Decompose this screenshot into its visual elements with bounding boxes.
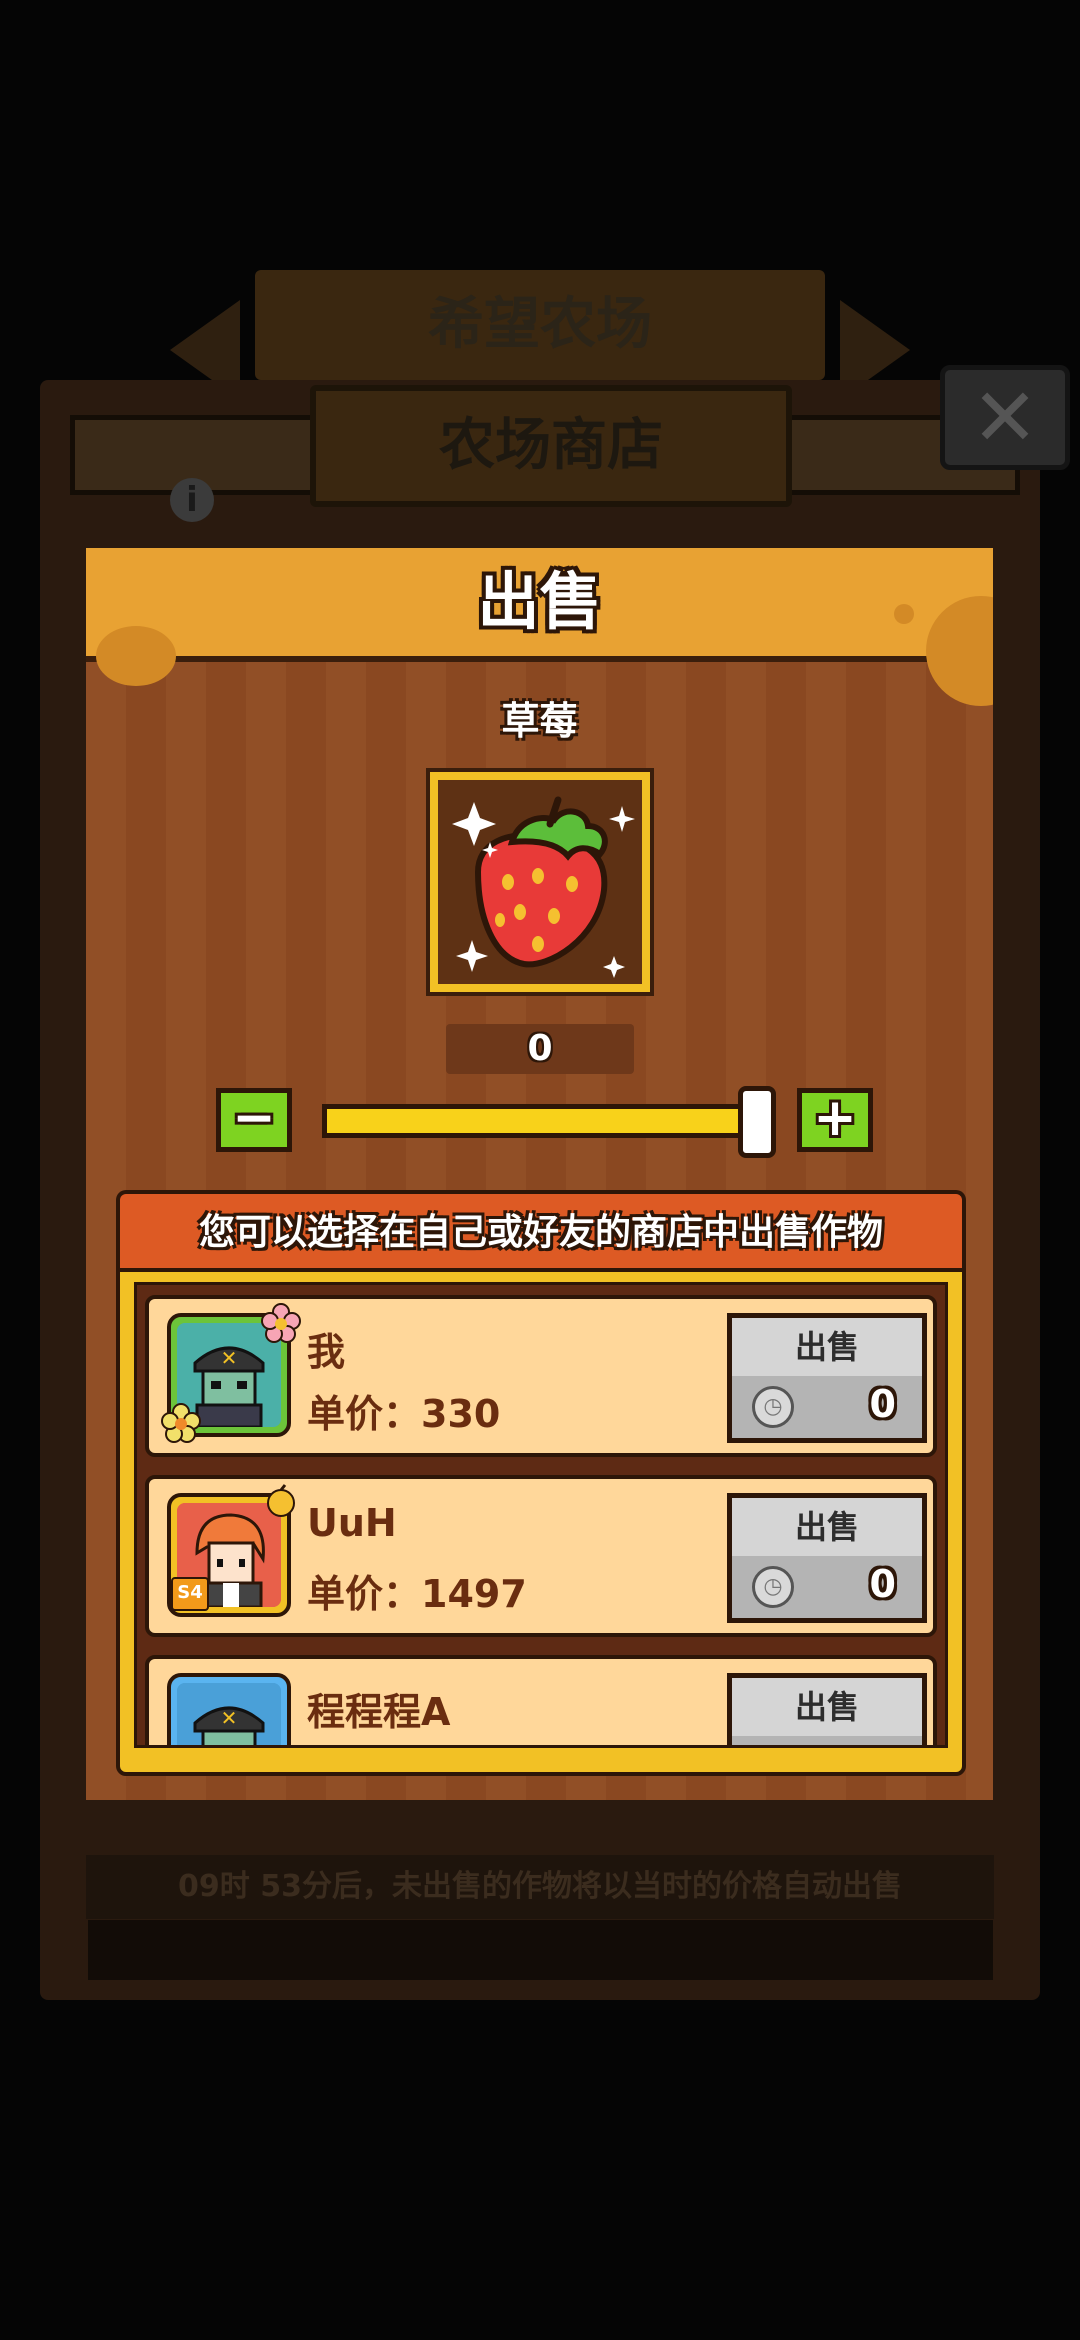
- sell-button-label: 出售: [732, 1678, 922, 1736]
- avatar[interactable]: S4: [167, 1484, 295, 1617]
- shop-owner-name: UuH: [307, 1501, 397, 1545]
- avatar[interactable]: ✕: [161, 1303, 301, 1443]
- avatar[interactable]: ✕: [167, 1673, 291, 1745]
- flower-icon: [261, 1303, 301, 1343]
- shop-list[interactable]: ✕ 我 单价：330 出售 ◷ 0 S4 UuH 单价：1497 出售 ◷ 0 …: [134, 1282, 948, 1748]
- shop-owner-name: 我: [307, 1330, 346, 1374]
- dialog-title: 出售: [477, 565, 602, 638]
- sell-button-label: 出售: [732, 1318, 922, 1376]
- flower-icon: [161, 1403, 201, 1443]
- svg-text:✕: ✕: [221, 1706, 238, 1730]
- quantity-display: 0: [446, 1024, 634, 1074]
- shop-title: 农场商店: [310, 385, 792, 507]
- dialog-header: 出售: [86, 548, 993, 706]
- coin-icon: ◷: [752, 1566, 794, 1608]
- sell-button[interactable]: 出售 ◷ 0: [727, 1313, 927, 1443]
- decrease-button[interactable]: −: [216, 1088, 292, 1152]
- farm-title: 希望农场: [255, 270, 825, 380]
- shop-row-friend: S4 UuH 单价：1497 出售 ◷ 0: [145, 1475, 937, 1637]
- svg-text:✕: ✕: [221, 1346, 238, 1370]
- coin-icon: ◷: [752, 1386, 794, 1428]
- shop-row-self: ✕ 我 单价：330 出售 ◷ 0: [145, 1295, 937, 1457]
- shop-owner-name: 程程程A: [307, 1690, 451, 1734]
- pirate-avatar-icon: ✕: [177, 1683, 281, 1745]
- shop-row-friend: ✕ 程程程A 出售: [145, 1655, 937, 1745]
- sell-hint-banner: 您可以选择在自己或好友的商店中出售作物: [116, 1190, 966, 1272]
- info-icon[interactable]: i: [170, 478, 214, 522]
- close-icon[interactable]: ✕: [940, 365, 1070, 470]
- unit-price: 单价：1497: [307, 1572, 527, 1616]
- sell-value: 0: [869, 1382, 896, 1426]
- fruit-decoration-icon: [267, 1484, 295, 1517]
- unit-price: 单价：330: [307, 1392, 501, 1436]
- crop-name: 草莓: [501, 699, 578, 743]
- season-badge: S4: [171, 1577, 209, 1611]
- quantity-slider[interactable]: [322, 1104, 766, 1138]
- shop-list-frame: ✕ 我 单价：330 出售 ◷ 0 S4 UuH 单价：1497 出售 ◷ 0 …: [116, 1268, 966, 1776]
- sell-value: 0: [869, 1562, 896, 1606]
- sell-dialog: 出售 草莓 0 − + 您可以选择在自己或好友的商店中出售作物 ✕ 我 单价：3…: [86, 548, 993, 1800]
- slider-handle[interactable]: [738, 1086, 776, 1158]
- sell-button[interactable]: 出售 ◷ 0: [727, 1493, 927, 1623]
- slider-fill: [327, 1109, 761, 1133]
- sell-button[interactable]: 出售: [727, 1673, 927, 1745]
- auto-sell-notice: 09时 53分后，未出售的作物将以当时的价格自动出售: [86, 1855, 994, 1919]
- sell-button-label: 出售: [732, 1498, 922, 1556]
- increase-button[interactable]: +: [797, 1088, 873, 1152]
- crop-frame: [426, 768, 654, 996]
- strawberry-icon: [452, 796, 635, 978]
- bottom-bar: [88, 1920, 993, 1980]
